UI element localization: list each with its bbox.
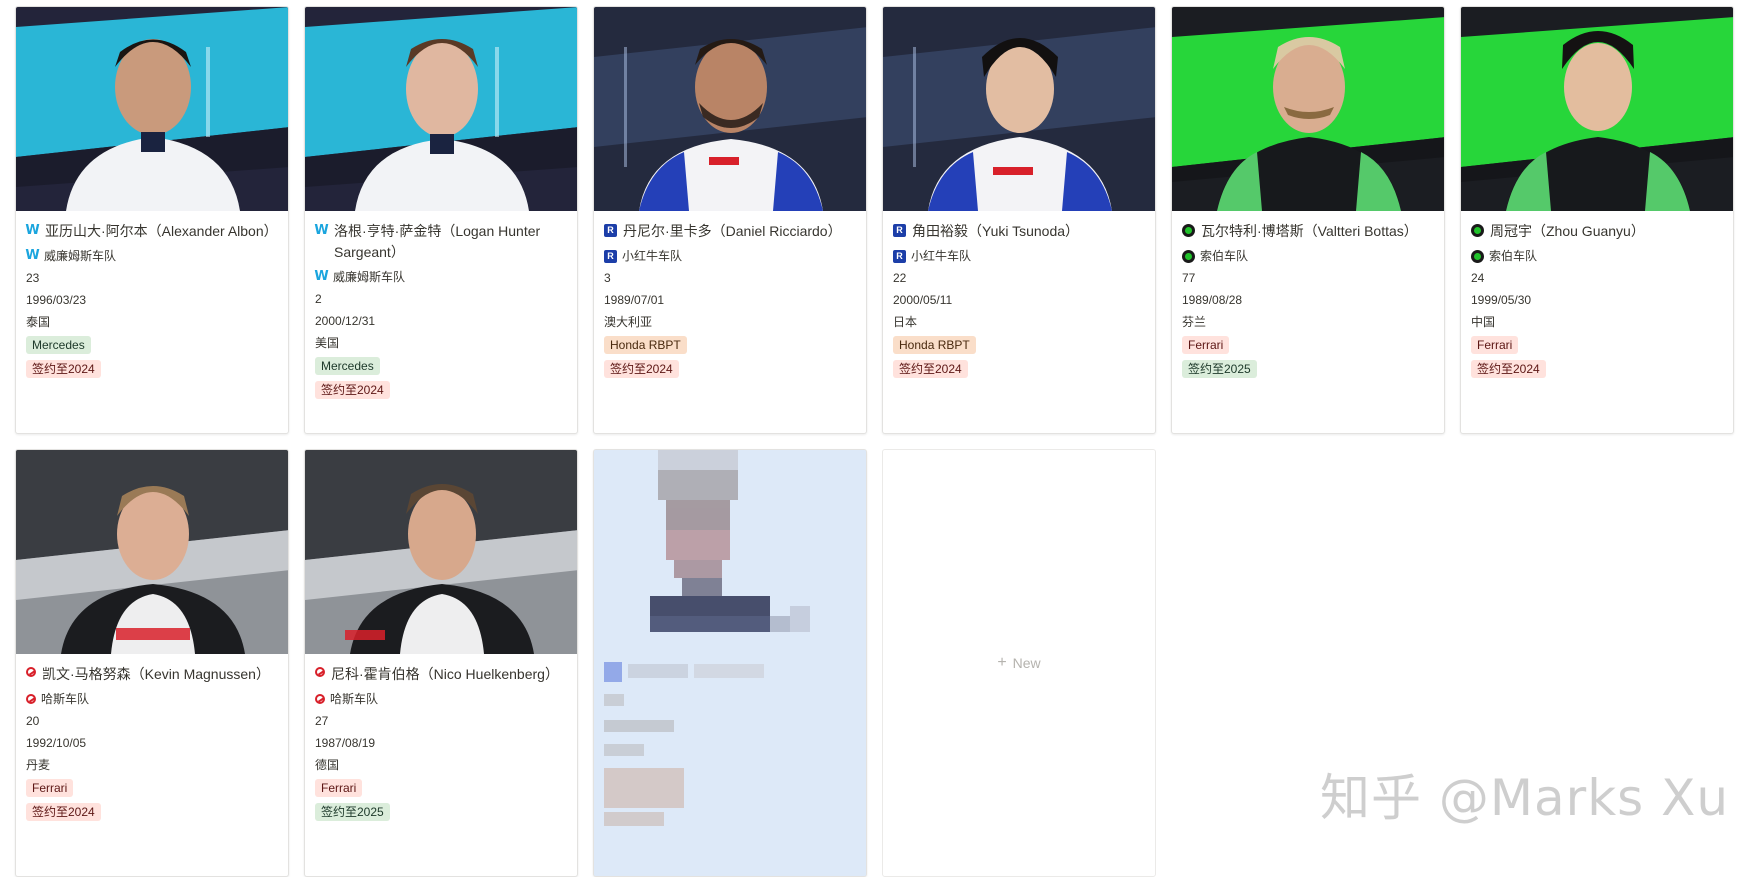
driver-photo xyxy=(16,7,288,211)
contract-tag: 签约至2024 xyxy=(1471,360,1546,378)
contract-tag: 签约至2024 xyxy=(26,360,101,378)
birthday-property: 1989/08/28 xyxy=(1182,293,1243,307)
driver-card[interactable]: W 亚历山大·阿尔本（Alexander Albon） W 威廉姆斯车队 23 … xyxy=(15,6,289,434)
sauber-icon xyxy=(1182,249,1195,263)
team-property: 索伯车队 xyxy=(1471,248,1723,264)
contract-tag: 签约至2024 xyxy=(315,381,390,399)
driver-photo xyxy=(305,7,577,211)
team-property: 哈斯车队 xyxy=(26,691,278,707)
rb-icon: R xyxy=(893,249,906,263)
williams-icon: W xyxy=(25,223,40,238)
contract-tag: 签约至2024 xyxy=(893,360,968,378)
team-property: W 威廉姆斯车队 xyxy=(25,248,117,263)
country-property: 泰国 xyxy=(26,315,51,329)
team-property: R 小红牛车队 xyxy=(604,248,856,264)
engine-tag: Mercedes xyxy=(315,357,380,375)
number-property: 27 xyxy=(315,714,329,728)
number-property: 23 xyxy=(26,271,40,285)
engine-tag: Honda RBPT xyxy=(604,336,687,354)
driver-photo xyxy=(1172,7,1444,211)
driver-name[interactable]: 尼科·霍肯伯格（Nico Huelkenberg） xyxy=(315,664,567,685)
country-property: 芬兰 xyxy=(1182,315,1207,329)
engine-tag: Ferrari xyxy=(1182,336,1230,354)
driver-name[interactable]: 凯文·马格努森（Kevin Magnussen） xyxy=(26,664,278,685)
birthday-property: 2000/12/31 xyxy=(315,314,376,328)
country-property: 澳大利亚 xyxy=(604,315,653,329)
number-property: 77 xyxy=(1182,271,1196,285)
driver-card[interactable]: 瓦尔特利·博塔斯（Valtteri Bottas） 索伯车队 77 1989/0… xyxy=(1171,6,1445,434)
number-property: 3 xyxy=(604,271,611,285)
driver-card[interactable]: 周冠宇（Zhou Guanyu） 索伯车队 24 1999/05/30 中国 F… xyxy=(1460,6,1734,434)
number-property: 20 xyxy=(26,714,40,728)
birthday-property: 1996/03/23 xyxy=(26,293,87,307)
driver-card[interactable]: R 角田裕毅（Yuki Tsunoda） R 小红牛车队 22 2000/05/… xyxy=(882,6,1156,434)
driver-name[interactable]: R 丹尼尔·里卡多（Daniel Ricciardo） xyxy=(604,221,856,242)
driver-name[interactable]: W 亚历山大·阿尔本（Alexander Albon） xyxy=(25,221,278,242)
rb-icon: R xyxy=(604,249,617,263)
driver-name[interactable]: 瓦尔特利·博塔斯（Valtteri Bottas） xyxy=(1182,221,1434,242)
team-property: 索伯车队 xyxy=(1182,248,1434,264)
number-property: 22 xyxy=(893,271,907,285)
driver-gallery: W 亚历山大·阿尔本（Alexander Albon） W 威廉姆斯车队 23 … xyxy=(15,6,1734,877)
number-property: 2 xyxy=(315,292,322,306)
contract-tag: 签约至2024 xyxy=(604,360,679,378)
williams-icon: W xyxy=(25,248,40,263)
country-property: 日本 xyxy=(893,315,918,329)
birthday-property: 1992/10/05 xyxy=(26,736,87,750)
team-property: W 威廉姆斯车队 xyxy=(314,269,406,284)
williams-icon: W xyxy=(314,269,329,284)
driver-card[interactable]: W 洛根·亨特·萨金特（Logan Hunter Sargeant） W 威廉姆… xyxy=(304,6,578,434)
country-property: 中国 xyxy=(1471,315,1496,329)
country-property: 美国 xyxy=(315,336,340,350)
contract-tag: 签约至2025 xyxy=(315,803,390,821)
driver-name[interactable]: R 角田裕毅（Yuki Tsunoda） xyxy=(893,221,1145,242)
engine-tag: Ferrari xyxy=(1471,336,1519,354)
birthday-property: 1987/08/19 xyxy=(315,736,376,750)
driver-photo xyxy=(1461,7,1733,211)
engine-tag: Honda RBPT xyxy=(893,336,976,354)
watermark: 知乎 @Marks Xu xyxy=(1320,769,1730,827)
driver-card[interactable]: 凯文·马格努森（Kevin Magnussen） 哈斯车队 20 1992/10… xyxy=(15,449,289,877)
rb-icon: R xyxy=(604,224,617,237)
rb-icon: R xyxy=(893,224,906,237)
country-property: 德国 xyxy=(315,758,340,772)
birthday-property: 1989/07/01 xyxy=(604,293,665,307)
haas-icon xyxy=(26,694,36,704)
birthday-property: 2000/05/11 xyxy=(893,293,953,307)
driver-photo xyxy=(883,7,1155,211)
driver-name[interactable]: W 洛根·亨特·萨金特（Logan Hunter Sargeant） xyxy=(314,221,567,263)
driver-photo xyxy=(594,7,866,211)
plus-icon: + xyxy=(997,654,1007,671)
new-label: New xyxy=(1012,655,1041,671)
williams-icon: W xyxy=(314,223,329,238)
contract-tag: 签约至2024 xyxy=(26,803,101,821)
driver-card[interactable]: R 丹尼尔·里卡多（Daniel Ricciardo） R 小红牛车队 3 19… xyxy=(593,6,867,434)
country-property: 丹麦 xyxy=(26,758,51,772)
driver-photo xyxy=(305,450,577,654)
driver-card[interactable]: 尼科·霍肯伯格（Nico Huelkenberg） 哈斯车队 27 1987/0… xyxy=(304,449,578,877)
haas-icon xyxy=(26,667,36,677)
number-property: 24 xyxy=(1471,271,1485,285)
haas-icon xyxy=(315,694,325,704)
driver-name[interactable]: 周冠宇（Zhou Guanyu） xyxy=(1471,221,1723,242)
team-property: 哈斯车队 xyxy=(315,691,567,707)
new-card-button[interactable]: + New xyxy=(882,449,1156,877)
engine-tag: Mercedes xyxy=(26,336,91,354)
blurred-driver-card[interactable] xyxy=(593,449,867,877)
team-property: R 小红牛车队 xyxy=(893,248,1145,264)
driver-photo xyxy=(16,450,288,654)
sauber-icon xyxy=(1471,249,1484,263)
engine-tag: Ferrari xyxy=(315,779,363,797)
sauber-icon xyxy=(1182,224,1195,237)
contract-tag: 签约至2025 xyxy=(1182,360,1257,378)
birthday-property: 1999/05/30 xyxy=(1471,293,1532,307)
sauber-icon xyxy=(1471,224,1484,237)
blurred-content xyxy=(594,450,866,876)
haas-icon xyxy=(315,667,325,677)
engine-tag: Ferrari xyxy=(26,779,74,797)
